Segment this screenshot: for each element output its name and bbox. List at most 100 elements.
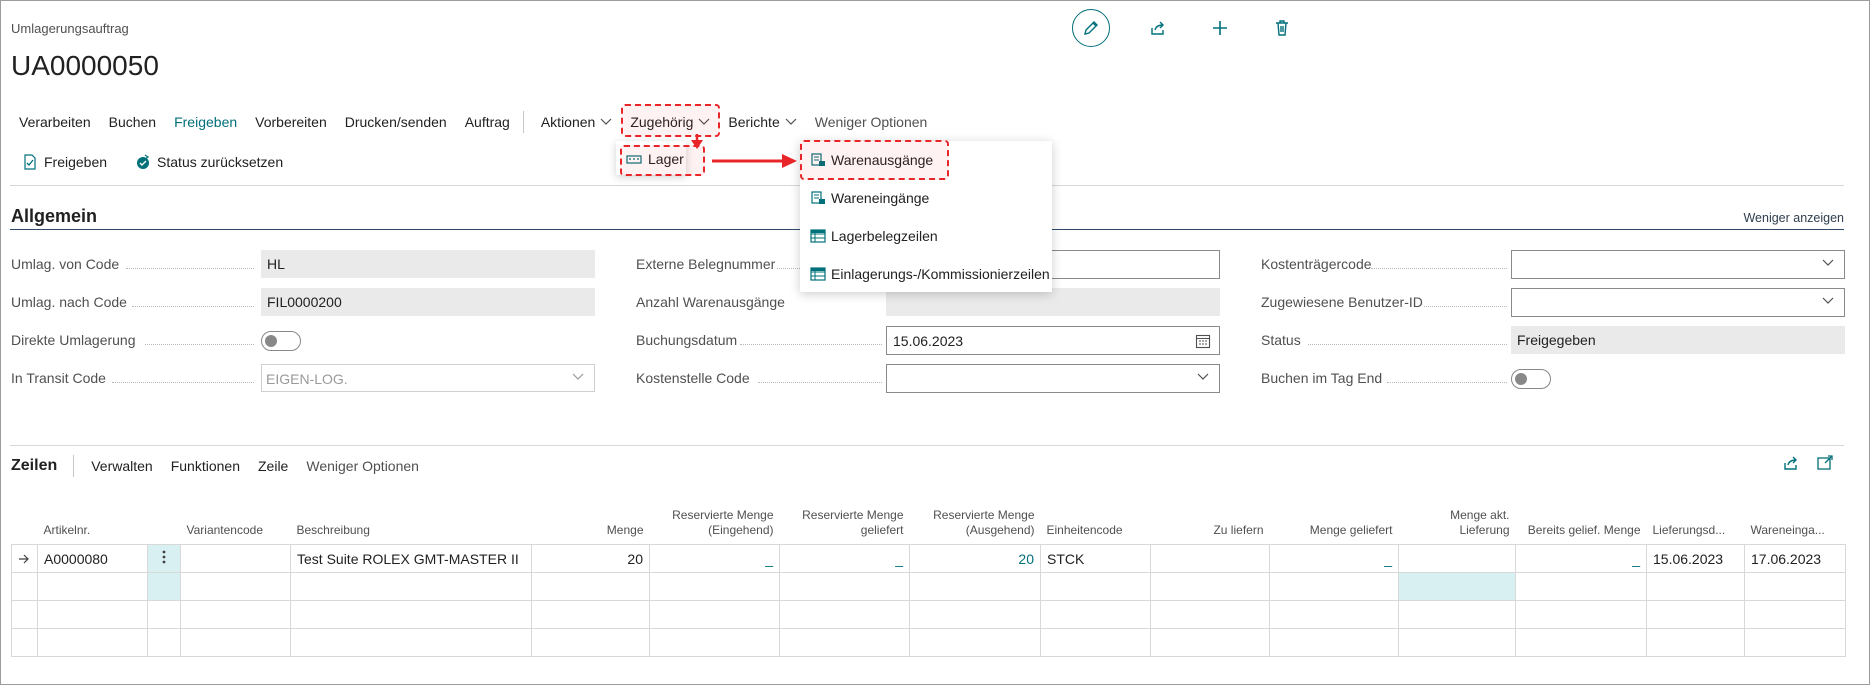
lines-menu-verwalten[interactable]: Verwalten	[91, 458, 152, 474]
chevron-down-icon	[572, 373, 584, 380]
leader-dots	[758, 382, 882, 383]
leader-dots	[1424, 306, 1507, 307]
chevron-down-icon	[1822, 297, 1834, 304]
flyout-item-wareneingaenge-label: Wareneingänge	[831, 190, 930, 206]
chevron-down-icon	[1197, 373, 1209, 380]
cell-lieferungsdatum[interactable]: 15.06.2023	[1646, 544, 1745, 573]
cell-zu-liefern[interactable]	[1150, 544, 1270, 573]
lines-share-button[interactable]	[1782, 454, 1800, 472]
col-bereits-geliefert[interactable]: Bereits gelief. Menge	[1516, 508, 1647, 545]
cell-variantencode[interactable]	[180, 544, 291, 573]
table-row[interactable]	[11, 572, 1846, 601]
transit-code-value: EIGEN-LOG.	[266, 371, 348, 387]
flyout-item-lagerbelegzeilen-label: Lagerbelegzeilen	[831, 228, 938, 244]
freigeben-button[interactable]: Freigeben	[22, 154, 107, 170]
buchen-tag-end-toggle[interactable]	[1511, 369, 1551, 389]
weniger-anzeigen-link[interactable]: Weniger anzeigen	[1743, 211, 1844, 225]
col-lieferungsdatum[interactable]: Lieferungsd...	[1647, 508, 1745, 545]
menu-buchen[interactable]: Buchen	[100, 114, 165, 130]
col-einheitencode[interactable]: Einheitencode	[1041, 508, 1151, 545]
share-button[interactable]	[1144, 14, 1172, 42]
lines-action-bar: Zeilen Verwalten Funktionen Zeile Wenige…	[11, 455, 437, 477]
cell-wareneingangsdatum[interactable]: 17.06.2023	[1744, 544, 1846, 573]
lines-menu-funktionen[interactable]: Funktionen	[171, 458, 240, 474]
menu-aktionen-label: Aktionen	[540, 114, 596, 130]
reopen-icon	[135, 154, 151, 170]
status-reset-button[interactable]: Status zurücksetzen	[135, 154, 283, 170]
expand-icon	[1817, 455, 1833, 470]
lines-menu-weniger-optionen[interactable]: Weniger Optionen	[306, 458, 419, 474]
flyout-item-einlagerungs-kommissionierzeilen[interactable]: Einlagerungs-/Kommissionierzeilen	[810, 266, 1050, 282]
menu-berichte[interactable]: Berichte	[719, 114, 805, 130]
kostentraegercode-select[interactable]	[1511, 250, 1845, 279]
calendar-icon[interactable]	[1195, 333, 1211, 349]
status-field[interactable]: Freigegeben	[1511, 326, 1845, 354]
menu-aktionen[interactable]: Aktionen	[532, 114, 621, 130]
chevron-down-icon	[600, 118, 612, 125]
kostenstelle-select[interactable]	[886, 364, 1220, 393]
menu-weniger-optionen[interactable]: Weniger Optionen	[806, 114, 937, 130]
kostenstelle-label: Kostenstelle Code	[636, 370, 750, 386]
lines-menu-zeile[interactable]: Zeile	[258, 458, 288, 474]
cell-menge-akt-lieferung[interactable]	[1398, 544, 1516, 573]
anzahl-warenausgaenge-field[interactable]	[886, 288, 1220, 316]
col-menge-akt-lieferung[interactable]: Menge akt. Lieferung	[1399, 508, 1516, 545]
cell-beschreibung[interactable]: Test Suite ROLEX GMT-MASTER II	[290, 544, 532, 573]
umlag-nach-field[interactable]: FIL0000200	[261, 288, 595, 316]
action-bar: Verarbeiten Buchen Freigeben Vorbereiten…	[10, 111, 937, 133]
delete-icon	[1276, 20, 1288, 36]
leader-dots	[1371, 268, 1507, 269]
leader-dots	[145, 344, 254, 345]
arrow-right-icon	[19, 554, 29, 563]
buchungsdatum-input[interactable]: 15.06.2023	[886, 326, 1220, 355]
add-icon	[1213, 21, 1227, 35]
cell-menge-geliefert[interactable]: _	[1269, 544, 1399, 573]
col-zu-liefern[interactable]: Zu liefern	[1151, 508, 1270, 545]
table-row[interactable]: A0000080 Test Suite ROLEX GMT-MASTER II …	[11, 544, 1846, 573]
transit-code-select[interactable]: EIGEN-LOG.	[261, 364, 595, 392]
row-indicator	[11, 544, 38, 573]
row-menu-button[interactable]	[147, 544, 181, 573]
lines-expand-button[interactable]	[1816, 454, 1834, 472]
cell-res-ausgehend[interactable]: 20	[909, 544, 1041, 573]
col-res-ausgehend[interactable]: Reservierte Menge (Ausgehend)	[910, 508, 1041, 545]
table-row[interactable]	[11, 600, 1846, 629]
more-vertical-icon	[162, 550, 166, 564]
col-res-eingehend[interactable]: Reservierte Menge (Eingehend)	[650, 508, 780, 545]
delete-button[interactable]	[1268, 14, 1296, 42]
flyout-item-wareneingaenge[interactable]: Wareneingänge	[810, 190, 929, 206]
menu-vorbereiten[interactable]: Vorbereiten	[246, 114, 336, 130]
col-variantencode[interactable]: Variantencode	[181, 508, 291, 545]
col-res-geliefert[interactable]: Reservierte Menge geliefert	[780, 508, 910, 545]
menu-berichte-label: Berichte	[728, 114, 780, 130]
edit-button[interactable]	[1072, 9, 1110, 47]
cell-einheitencode[interactable]: STCK	[1040, 544, 1151, 573]
umlag-von-label: Umlag. von Code	[11, 256, 120, 272]
direkte-umlagerung-toggle[interactable]	[261, 331, 301, 351]
col-wareneingangsdatum[interactable]: Wareneinga...	[1745, 508, 1846, 545]
share-icon	[1151, 21, 1164, 35]
col-beschreibung[interactable]: Beschreibung	[291, 508, 532, 545]
umlag-von-field[interactable]: HL	[261, 250, 595, 278]
flyout-item-einlagerungs-label: Einlagerungs-/Kommissionierzeilen	[831, 266, 1050, 282]
menu-freigeben[interactable]: Freigeben	[165, 114, 246, 130]
col-menge-geliefert[interactable]: Menge geliefert	[1270, 508, 1399, 545]
menu-drucken-senden[interactable]: Drucken/senden	[336, 114, 456, 130]
section-title-allgemein: Allgemein	[11, 206, 98, 226]
new-button[interactable]	[1206, 14, 1234, 42]
table-row[interactable]	[11, 628, 1846, 657]
menu-auftrag[interactable]: Auftrag	[456, 114, 519, 130]
flyout-item-lagerbelegzeilen[interactable]: Lagerbelegzeilen	[810, 228, 938, 244]
page-title: UA0000050	[11, 50, 159, 81]
col-menge[interactable]: Menge	[532, 508, 650, 545]
cell-artikelnr[interactable]: A0000080	[37, 544, 148, 573]
cell-res-geliefert[interactable]: _	[779, 544, 910, 573]
highlight-lager	[620, 145, 705, 176]
menu-verarbeiten[interactable]: Verarbeiten	[10, 114, 100, 130]
header-actions	[1072, 9, 1296, 47]
cell-menge[interactable]: 20	[531, 544, 650, 573]
cell-bereits-geliefert[interactable]: _	[1515, 544, 1647, 573]
col-artikelnr[interactable]: Artikelnr.	[38, 508, 148, 545]
cell-res-eingehend[interactable]: _	[649, 544, 780, 573]
benutzer-id-select[interactable]	[1511, 288, 1845, 317]
